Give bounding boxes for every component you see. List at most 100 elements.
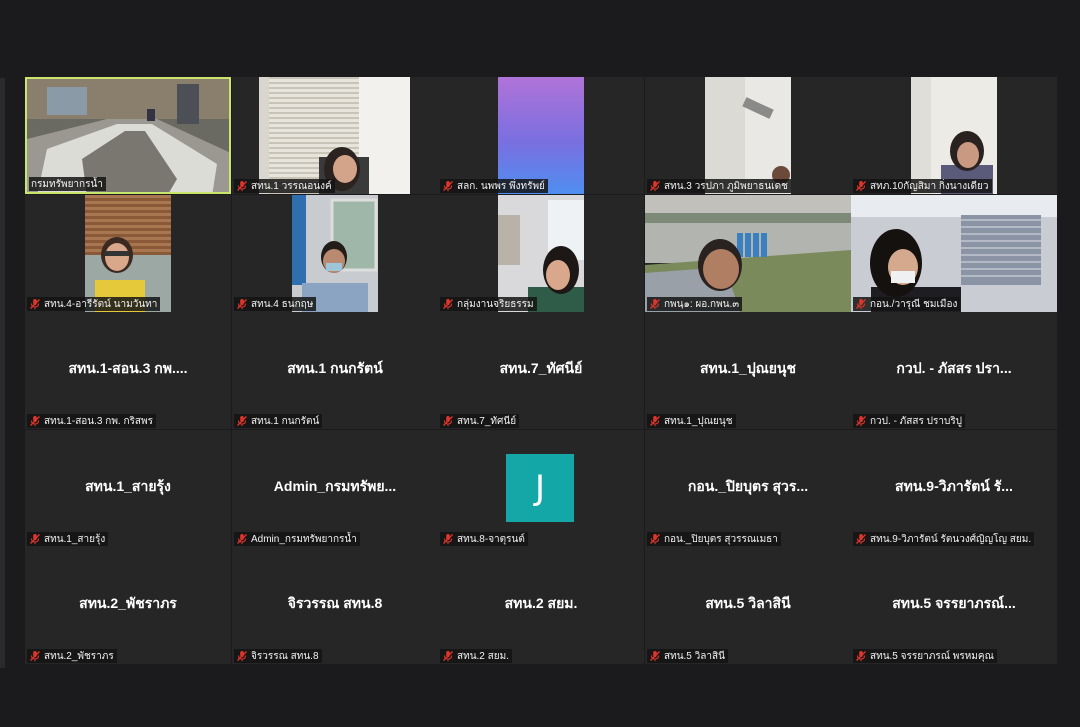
participant-display-name: กวป. - ภัสสร ปรา...	[896, 359, 1012, 376]
participant-name-text: สทน.1_ปุณยนุช	[664, 415, 733, 427]
mic-muted-icon	[650, 181, 660, 192]
participant-tile[interactable]: สทน.5 จรรยาภรณ์... สทน.5 จรรยาภรณ์ พรหมคุ…	[851, 547, 1057, 664]
mic-muted-icon	[856, 651, 866, 662]
participant-video	[498, 195, 584, 312]
participant-tile[interactable]: กพนฺ๑: ผอ.กพน.๓	[645, 195, 851, 312]
participant-name-text: สทน.5 วิลาสินี	[664, 650, 725, 662]
participant-tile[interactable]: จิรวรรณ สทน.8 จิรวรรณ สทน.8	[232, 547, 438, 664]
participant-tile[interactable]: J สทน.8-จาตุรนต์	[438, 430, 644, 547]
mic-muted-icon	[650, 416, 660, 427]
participant-display-name: สทน.2 สยม.	[504, 594, 578, 611]
participant-tile[interactable]: สทน.3 วรปภา ภูมิพยาธนเดช	[645, 77, 851, 194]
participant-video	[705, 77, 791, 194]
participant-tile[interactable]: กวป. - ภัสสร ปรา... กวป. - ภัสสร ปราบริปู	[851, 312, 1057, 429]
participant-video	[851, 195, 1057, 312]
participant-name-label: Admin_กรมทรัพยากรน้ำ	[234, 532, 360, 546]
participant-name-text: สทน.2_พัชราภร	[44, 650, 114, 662]
participant-name-text: กพนฺ๑: ผอ.กพน.๓	[664, 298, 740, 310]
participant-name-label: สทน.9-วิภารัตน์ รัตนวงศ์ญิญโญ สยม.	[853, 532, 1035, 546]
participant-name-label: สทน.1 กนกรัตน์	[234, 414, 323, 428]
participant-display-name: สทน.1-สอน.3 กพ....	[68, 359, 188, 376]
mic-muted-icon	[30, 534, 40, 545]
mic-muted-icon	[443, 181, 453, 192]
participant-tile[interactable]: สทน.1_ปุณยนุช สทน.1_ปุณยนุช	[645, 312, 851, 429]
participant-display-name: สทน.7_ทัศนีย์	[499, 359, 583, 376]
participant-tile[interactable]: กอน./วารุณี ชมเมือง	[851, 195, 1057, 312]
participant-name-text: สทน.3 วรปภา ภูมิพยาธนเดช	[664, 180, 788, 192]
participant-tile[interactable]: สทน.9-วิภารัตน์ รั... สทน.9-วิภารัตน์ รัต…	[851, 430, 1057, 547]
participant-tile[interactable]: สทน.2_พัชราภร สทน.2_พัชราภร	[25, 547, 231, 664]
participant-name-label: กอน./วารุณี ชมเมือง	[853, 297, 961, 311]
mic-muted-icon	[650, 651, 660, 662]
participant-tile[interactable]: สทน.1_สายรุ้ง สทน.1_สายรุ้ง	[25, 430, 231, 547]
participant-video	[85, 195, 171, 312]
mic-muted-icon	[237, 299, 247, 310]
participant-tile[interactable]: Admin_กรมทรัพย... Admin_กรมทรัพยากรน้ำ	[232, 430, 438, 547]
mic-muted-icon	[650, 534, 660, 545]
mic-muted-icon	[856, 299, 866, 310]
participant-name-label: สทน.1_สายรุ้ง	[27, 532, 109, 546]
participant-tile[interactable]: กลุ่มงานจริยธรรม	[438, 195, 644, 312]
participant-name-text: จิรวรรณ สทน.8	[251, 650, 319, 662]
participant-name-text: สทน.5 จรรยาภรณ์ พรหมคุณ	[870, 650, 994, 662]
participant-tile[interactable]: สทภ.10กัญสิมา กิ่งนางเดียว	[851, 77, 1057, 194]
participant-name-label: สทน.5 วิลาสินี	[647, 649, 728, 663]
participant-video	[292, 195, 378, 312]
participant-name-label: กอน._ปิยบุตร สุวรรณเมธา	[647, 532, 781, 546]
mic-muted-icon	[443, 534, 453, 545]
participant-name-label: สทน.2 สยม.	[440, 649, 512, 663]
participant-display-name: จิรวรรณ สทน.8	[287, 594, 383, 611]
participant-tile[interactable]: สทน.1-สอน.3 กพ.... สทน.1-สอน.3 กพ. กริสพร	[25, 312, 231, 429]
mic-muted-icon	[237, 181, 247, 192]
participant-tile[interactable]: สทน.1 วรรณอนงค์	[232, 77, 438, 194]
participant-display-name: สทน.2_พัชราภร	[79, 594, 177, 611]
mic-muted-icon	[650, 299, 660, 310]
participant-name-label: กลุ่มงานจริยธรรม	[440, 297, 537, 311]
participant-display-name: Admin_กรมทรัพย...	[273, 477, 397, 494]
participant-name-label: สทน.5 จรรยาภรณ์ พรหมคุณ	[853, 649, 997, 663]
participant-tile[interactable]: สทน.1 กนกรัตน์ สทน.1 กนกรัตน์	[232, 312, 438, 429]
left-edge-strip	[0, 78, 5, 668]
participant-name-text: กลุ่มงานจริยธรรม	[457, 298, 534, 310]
participant-video	[911, 77, 997, 194]
participant-video	[27, 79, 229, 192]
participant-display-name: สทน.9-วิภารัตน์ รั...	[895, 477, 1013, 494]
participant-display-name: กอน._ปิยบุตร สุวร...	[687, 477, 809, 494]
mic-muted-icon	[30, 651, 40, 662]
participant-tile[interactable]: กอน._ปิยบุตร สุวร... กอน._ปิยบุตร สุวรรณเ…	[645, 430, 851, 547]
mic-muted-icon	[30, 299, 40, 310]
participant-name-label: สทน.1 วรรณอนงค์	[234, 179, 335, 193]
participant-tile[interactable]: สทน.4 ธนกฤษ	[232, 195, 438, 312]
participant-name-label: สทน.3 วรปภา ภูมิพยาธนเดช	[647, 179, 791, 193]
participant-avatar: J	[506, 454, 574, 522]
participant-name-text: สทน.4-อารีรัตน์ นามวันทา	[44, 298, 158, 310]
participant-name-text: สทน.9-วิภารัตน์ รัตนวงศ์ญิญโญ สยม.	[870, 533, 1032, 545]
mic-muted-icon	[443, 651, 453, 662]
mic-muted-icon	[856, 181, 866, 192]
participant-name-text: กวป. - ภัสสร ปราบริปู	[870, 415, 963, 427]
mic-muted-icon	[237, 534, 247, 545]
participant-grid: กรมทรัพยากรน้ำ สทน.1 วรรณอนงค์ สลก. นพพร พ…	[25, 77, 1057, 664]
participant-name-label: สทภ.10กัญสิมา กิ่งนางเดียว	[853, 179, 992, 193]
participant-tile[interactable]: สทน.7_ทัศนีย์ สทน.7_ทัศนีย์	[438, 312, 644, 429]
participant-video	[259, 77, 410, 194]
participant-tile[interactable]: สทน.5 วิลาสินี สทน.5 วิลาสินี	[645, 547, 851, 664]
participant-tile[interactable]: กรมทรัพยากรน้ำ	[25, 77, 231, 194]
participant-video	[645, 195, 851, 312]
participant-tile[interactable]: สทน.2 สยม. สทน.2 สยม.	[438, 547, 644, 664]
mic-muted-icon	[443, 299, 453, 310]
participant-name-text: Admin_กรมทรัพยากรน้ำ	[251, 533, 357, 545]
participant-name-text: สทน.1-สอน.3 กพ. กริสพร	[44, 415, 153, 427]
participant-name-label: จิรวรรณ สทน.8	[234, 649, 322, 663]
participant-tile[interactable]: สทน.4-อารีรัตน์ นามวันทา	[25, 195, 231, 312]
participant-name-text: สทน.1 กนกรัตน์	[251, 415, 320, 427]
participant-tile[interactable]: สลก. นพพร พึ่งทรัพย์	[438, 77, 644, 194]
mic-muted-icon	[443, 416, 453, 427]
participant-display-name: สทน.1_ปุณยนุช	[700, 359, 796, 376]
participant-display-name: สทน.1 กนกรัตน์	[287, 359, 383, 376]
mic-muted-icon	[237, 651, 247, 662]
participant-video	[498, 77, 584, 194]
participant-name-label: สทน.4 ธนกฤษ	[234, 297, 317, 311]
participant-display-name: สทน.5 วิลาสินี	[705, 594, 791, 611]
participant-name-label: กพนฺ๑: ผอ.กพน.๓	[647, 297, 743, 311]
